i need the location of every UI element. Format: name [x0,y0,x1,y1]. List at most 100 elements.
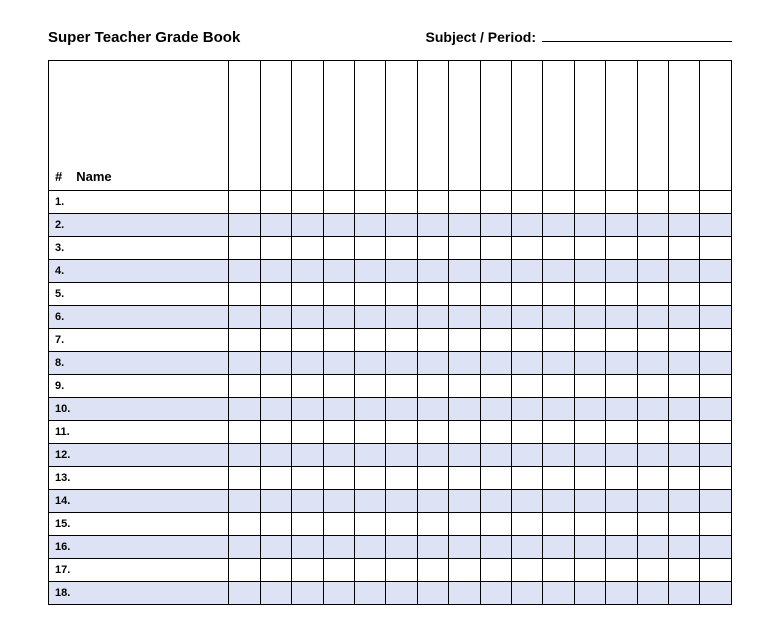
grade-cell[interactable] [417,306,448,329]
grade-cell[interactable] [669,467,700,490]
grade-cell[interactable] [669,214,700,237]
grade-cell[interactable] [700,237,732,260]
grade-cell[interactable] [449,214,480,237]
grade-cell[interactable] [480,559,511,582]
grade-cell[interactable] [292,582,323,605]
grade-cell[interactable] [417,536,448,559]
name-cell[interactable]: 14. [49,490,229,513]
grade-cell[interactable] [669,444,700,467]
grade-cell[interactable] [417,559,448,582]
grade-cell[interactable] [480,191,511,214]
grade-cell[interactable] [700,329,732,352]
grade-cell[interactable] [386,582,417,605]
grade-cell[interactable] [449,260,480,283]
grade-cell[interactable] [700,191,732,214]
grade-cell[interactable] [292,237,323,260]
grade-cell[interactable] [323,214,354,237]
grade-cell[interactable] [386,490,417,513]
grade-cell[interactable] [480,444,511,467]
grade-cell[interactable] [574,214,605,237]
grade-cell[interactable] [449,375,480,398]
grade-cell[interactable] [292,260,323,283]
grade-cell[interactable] [480,513,511,536]
grade-cell[interactable] [574,352,605,375]
grade-cell[interactable] [355,490,386,513]
grade-cell[interactable] [637,513,668,536]
name-cell[interactable]: 10. [49,398,229,421]
grade-cell[interactable] [229,421,260,444]
grade-cell[interactable] [543,536,574,559]
grade-cell[interactable] [512,283,543,306]
grade-cell[interactable] [700,421,732,444]
grade-cell[interactable] [229,513,260,536]
grade-cell[interactable] [480,283,511,306]
grade-cell[interactable] [229,329,260,352]
grade-cell[interactable] [637,283,668,306]
grade-cell[interactable] [606,191,637,214]
grade-cell[interactable] [700,536,732,559]
grade-cell[interactable] [355,444,386,467]
grade-cell[interactable] [669,513,700,536]
grade-cell[interactable] [292,536,323,559]
grade-cell[interactable] [323,444,354,467]
grade-cell[interactable] [700,559,732,582]
grade-cell[interactable] [292,559,323,582]
grade-cell[interactable] [669,582,700,605]
grade-cell[interactable] [260,329,291,352]
grade-cell[interactable] [574,536,605,559]
grade-cell[interactable] [323,329,354,352]
grade-cell[interactable] [386,260,417,283]
grade-cell[interactable] [386,513,417,536]
grade-cell[interactable] [323,421,354,444]
grade-cell[interactable] [543,191,574,214]
grade-cell[interactable] [700,444,732,467]
grade-cell[interactable] [543,444,574,467]
grade-cell[interactable] [260,490,291,513]
grade-cell[interactable] [355,536,386,559]
grade-cell[interactable] [543,283,574,306]
grade-cell[interactable] [449,306,480,329]
name-cell[interactable]: 17. [49,559,229,582]
grade-cell[interactable] [480,352,511,375]
grade-cell[interactable] [260,582,291,605]
grade-cell[interactable] [543,513,574,536]
grade-cell[interactable] [669,421,700,444]
grade-cell[interactable] [637,237,668,260]
grade-cell[interactable] [292,398,323,421]
grade-cell[interactable] [512,467,543,490]
grade-cell[interactable] [229,559,260,582]
grade-cell[interactable] [700,260,732,283]
grade-cell[interactable] [574,467,605,490]
grade-cell[interactable] [260,467,291,490]
name-cell[interactable]: 15. [49,513,229,536]
grade-cell[interactable] [606,237,637,260]
grade-cell[interactable] [700,306,732,329]
grade-cell[interactable] [417,490,448,513]
grade-cell[interactable] [260,559,291,582]
grade-cell[interactable] [449,467,480,490]
grade-cell[interactable] [512,375,543,398]
grade-cell[interactable] [229,283,260,306]
grade-cell[interactable] [292,283,323,306]
grade-cell[interactable] [260,444,291,467]
grade-cell[interactable] [669,490,700,513]
grade-cell[interactable] [449,444,480,467]
grade-cell[interactable] [449,582,480,605]
grade-cell[interactable] [512,306,543,329]
grade-cell[interactable] [260,398,291,421]
grade-cell[interactable] [229,536,260,559]
name-cell[interactable]: 18. [49,582,229,605]
grade-cell[interactable] [574,444,605,467]
grade-cell[interactable] [480,214,511,237]
grade-cell[interactable] [417,513,448,536]
grade-cell[interactable] [355,306,386,329]
grade-cell[interactable] [480,237,511,260]
grade-cell[interactable] [606,260,637,283]
grade-cell[interactable] [669,536,700,559]
grade-cell[interactable] [606,283,637,306]
grade-cell[interactable] [260,375,291,398]
grade-cell[interactable] [449,283,480,306]
grade-cell[interactable] [574,559,605,582]
grade-cell[interactable] [323,536,354,559]
grade-cell[interactable] [355,214,386,237]
